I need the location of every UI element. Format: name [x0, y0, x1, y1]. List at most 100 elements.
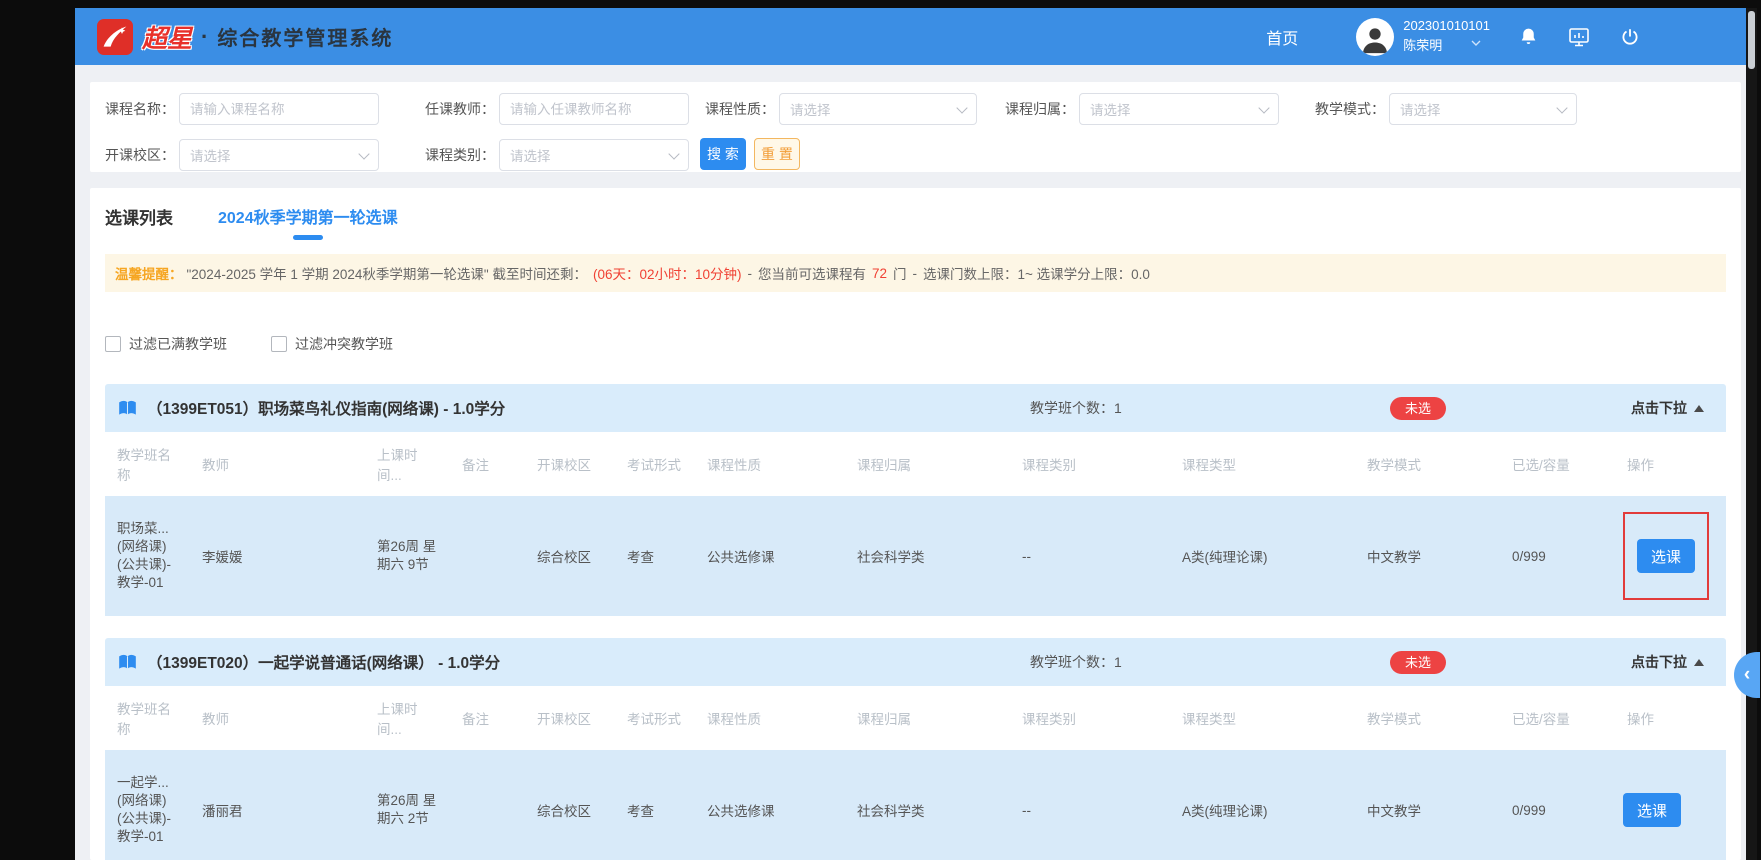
course-title: （1399ET051）职场菜鸟礼仪指南(网络课) - 1.0学分: [147, 397, 505, 419]
belong-cell: 社会科学类: [845, 750, 1010, 860]
chevron-down-icon: [1556, 102, 1567, 113]
status-badge: 未选: [1390, 651, 1446, 674]
title-separator: ·: [201, 24, 208, 50]
tab-underline: [293, 235, 323, 240]
select-course-button[interactable]: 选课: [1637, 539, 1695, 573]
user-avatar[interactable]: [1356, 18, 1394, 56]
filter-campus: 开课校区： 请选择: [105, 138, 379, 172]
logo-text: 超星: [142, 19, 192, 55]
teacher-cell: 李媛媛: [190, 496, 365, 616]
user-name: 陈荣明: [1403, 37, 1442, 55]
chaoxing-logo-icon: [97, 19, 133, 55]
mode-cell: 中文教学: [1355, 496, 1500, 616]
capacity-cell: 0/999: [1500, 496, 1615, 616]
action-cell: 选课: [1615, 750, 1726, 860]
course-belong-label: 课程归属：: [1005, 99, 1075, 119]
page-scrollbar[interactable]: [1746, 8, 1757, 860]
scrollbar-thumb[interactable]: [1748, 11, 1755, 69]
nature-cell: 公共选修课: [695, 750, 845, 860]
book-icon: [117, 398, 138, 419]
collapse-toggle[interactable]: 点击下拉: [1631, 652, 1704, 672]
course-selection-panel: 选课列表 2024秋季学期第一轮选课 温馨提醒： "2024-2025 学年 1…: [90, 188, 1741, 860]
power-logout-icon[interactable]: [1619, 26, 1641, 48]
time-cell: 第26周 星期六 9节: [365, 496, 450, 616]
teacher-input[interactable]: [499, 93, 689, 125]
tabs-row: 选课列表 2024秋季学期第一轮选课: [105, 188, 1726, 246]
status-badge: 未选: [1390, 397, 1446, 420]
course-header[interactable]: （1399ET020）一起学说普通话(网络课） - 1.0学分 教学班个数：1 …: [105, 638, 1726, 686]
filter-course-name: 课程名称：: [105, 92, 379, 126]
table-header-row: 教学班名称 教师 上课时间... 备注 开课校区 考试形式 课程性质 课程归属 …: [105, 432, 1726, 496]
teacher-cell: 潘丽君: [190, 750, 365, 860]
belong-cell: 社会科学类: [845, 496, 1010, 616]
course-header[interactable]: （1399ET051）职场菜鸟礼仪指南(网络课) - 1.0学分 教学班个数：1…: [105, 384, 1726, 432]
course-nature-label: 课程性质：: [705, 99, 775, 119]
note-cell: [450, 750, 525, 860]
chevron-left-icon: ‹: [1744, 664, 1750, 686]
type-cell: A类(纯理论课): [1170, 496, 1355, 616]
course-name-input[interactable]: [179, 93, 379, 125]
checkbox-icon: [271, 336, 287, 352]
bell-icon[interactable]: [1518, 26, 1539, 47]
course-name-label: 课程名称：: [105, 99, 175, 119]
app-title: 综合教学管理系统: [217, 22, 393, 51]
table-row: 职场菜... (网络课) (公共课)- 教学-01 李媛媛 第26周 星期六 9…: [105, 496, 1726, 616]
select-course-button[interactable]: 选课: [1623, 793, 1681, 827]
chevron-down-icon: [358, 148, 369, 159]
exam-cell: 考查: [615, 750, 695, 860]
campus-label: 开课校区：: [105, 145, 175, 165]
notice-countdown: (06天：02小时：10分钟): [593, 263, 742, 283]
notice-bar: 温馨提醒： "2024-2025 学年 1 学期 2024秋季学期第一轮选课" …: [105, 254, 1726, 292]
topbar: 超星 · 综合教学管理系统 首页 202301010101 陈荣明: [75, 8, 1746, 65]
nav-home-link[interactable]: 首页: [1266, 25, 1298, 49]
class-count: 教学班个数：1: [1030, 398, 1122, 418]
capacity-cell: 0/999: [1500, 750, 1615, 860]
filter-course-nature: 课程性质： 请选择: [705, 92, 977, 126]
course-category-select[interactable]: 请选择: [499, 139, 689, 171]
annotation-highlight-box: 选课: [1623, 512, 1709, 600]
teach-mode-label: 教学模式：: [1315, 99, 1385, 119]
list-title: 选课列表: [105, 204, 173, 245]
collapse-toggle[interactable]: 点击下拉: [1631, 398, 1704, 418]
type-cell: A类(纯理论课): [1170, 750, 1355, 860]
time-cell: 第26周 星期六 2节: [365, 750, 450, 860]
filter-panel: 课程名称： 任课教师： 课程性质： 请选择 课程归属： 请选择 教学模式： 请选…: [90, 82, 1741, 172]
chevron-down-icon[interactable]: [1468, 35, 1484, 56]
user-info[interactable]: 202301010101 陈荣明: [1403, 17, 1490, 56]
checkbox-icon: [105, 336, 121, 352]
action-cell: 选课: [1615, 496, 1726, 616]
monitor-icon[interactable]: [1567, 25, 1591, 49]
brand: 超星 · 综合教学管理系统: [75, 19, 393, 55]
class-name-cell: 一起学... (网络课) (公共课)- 教学-01: [105, 750, 190, 860]
campus-cell: 综合校区: [525, 496, 615, 616]
filter-conflict-classes-checkbox[interactable]: 过滤冲突教学班: [271, 334, 393, 354]
triangle-up-icon: [1694, 659, 1704, 666]
teach-mode-select[interactable]: 请选择: [1389, 93, 1577, 125]
table-row: 一起学... (网络课) (公共课)- 教学-01 潘丽君 第26周 星期六 2…: [105, 750, 1726, 860]
chevron-down-icon: [668, 148, 679, 159]
tab-round1[interactable]: 2024秋季学期第一轮选课: [218, 204, 398, 246]
chevron-down-icon: [1258, 102, 1269, 113]
book-icon: [117, 652, 138, 673]
exam-cell: 考查: [615, 496, 695, 616]
category-cell: --: [1010, 750, 1170, 860]
filter-course-belong: 课程归属： 请选择: [1005, 92, 1279, 126]
nature-cell: 公共选修课: [695, 496, 845, 616]
course-nature-select[interactable]: 请选择: [779, 93, 977, 125]
filter-course-category: 课程类别： 请选择: [425, 138, 689, 172]
filter-full-classes-checkbox[interactable]: 过滤已满教学班: [105, 334, 227, 354]
notice-prefix: 温馨提醒：: [115, 263, 183, 283]
teacher-label: 任课教师：: [425, 99, 495, 119]
class-count: 教学班个数：1: [1030, 652, 1122, 672]
course-belong-select[interactable]: 请选择: [1079, 93, 1279, 125]
campus-select[interactable]: 请选择: [179, 139, 379, 171]
note-cell: [450, 496, 525, 616]
chevron-down-icon: [956, 102, 967, 113]
reset-button[interactable]: 重 置: [754, 138, 800, 170]
notice-course-count: 72: [872, 266, 887, 281]
search-button[interactable]: 搜 索: [700, 138, 746, 170]
mode-cell: 中文教学: [1355, 750, 1500, 860]
course-card-1399ET020: （1399ET020）一起学说普通话(网络课） - 1.0学分 教学班个数：1 …: [105, 638, 1726, 860]
campus-cell: 综合校区: [525, 750, 615, 860]
class-name-cell: 职场菜... (网络课) (公共课)- 教学-01: [105, 496, 190, 616]
